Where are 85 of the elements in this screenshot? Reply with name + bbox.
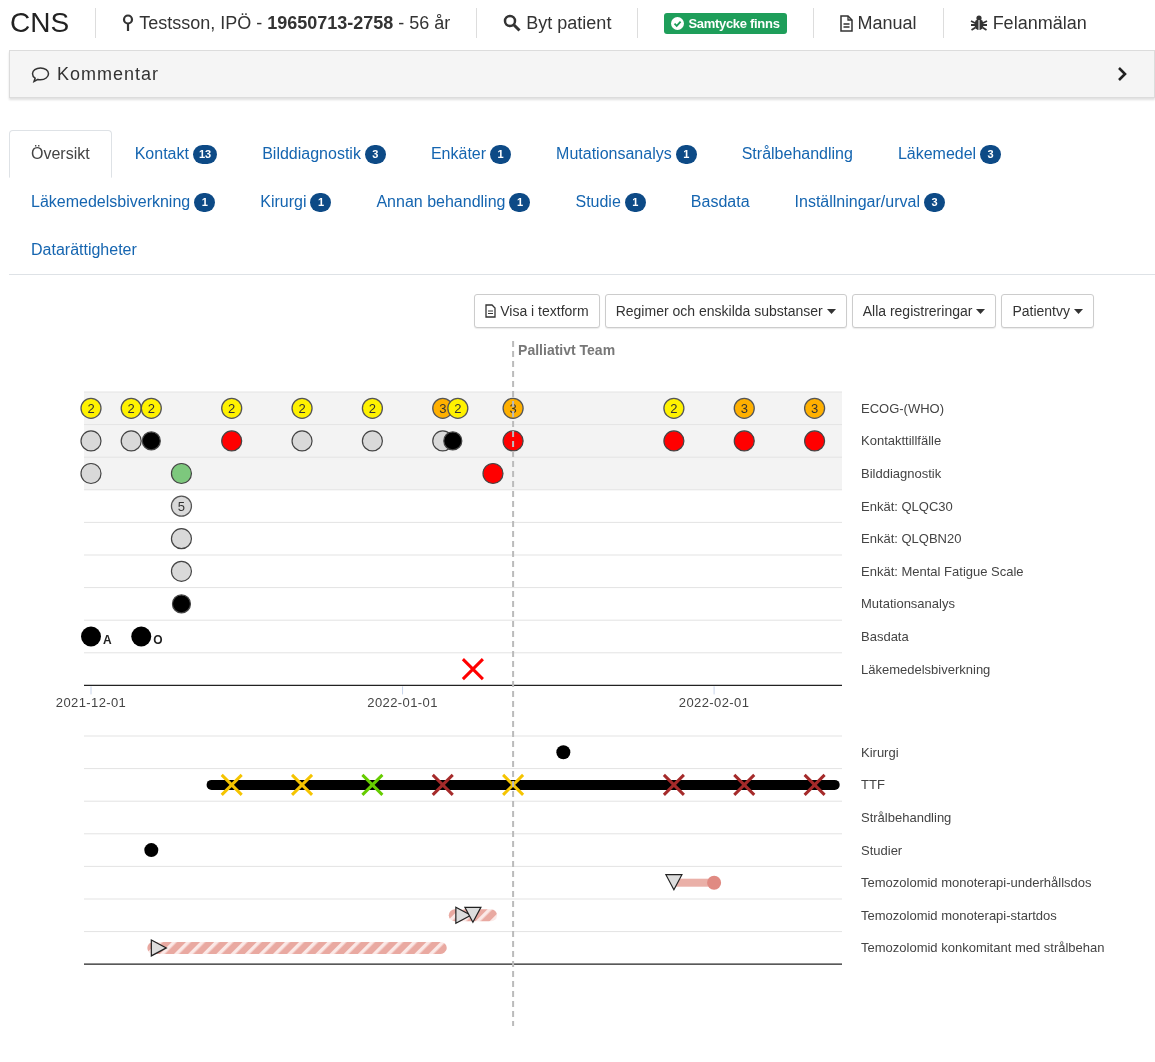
row-label: Enkät: QLQBN20 (861, 531, 962, 547)
row-label: Bilddiagnostik (861, 466, 942, 481)
count-badge: 1 (624, 192, 646, 212)
score-badge: 2 (221, 397, 243, 419)
score-badge: 2 (663, 397, 685, 419)
tab[interactable]: Studie 1 (553, 178, 668, 226)
dropdown-button[interactable]: Regimer och enskilda substanser (604, 294, 847, 328)
axis-label: 2022-02-01 (678, 695, 750, 711)
document-icon (485, 304, 497, 318)
row-label: Temozolomid monoterapi-startdos (861, 907, 1057, 923)
tab[interactable]: Inställningar/urval 3 (772, 178, 967, 226)
tab[interactable]: Läkemedel 3 (875, 130, 1024, 178)
row-label: Mutationsanalys (861, 596, 955, 612)
score-badge: 2 (140, 397, 162, 419)
triangle-marker (463, 906, 482, 924)
marker-label: Palliativt Team (518, 342, 616, 358)
event-dot (556, 745, 571, 760)
row-label: Temozolomid konkomitant med strålbehan (861, 940, 1105, 956)
tab[interactable]: Annan behandling 1 (354, 178, 553, 226)
change-patient-link[interactable]: Byt patient (503, 12, 612, 34)
score-badge: 2 (361, 397, 384, 419)
check-circle-icon (671, 16, 685, 30)
tab[interactable]: Kirurgi 1 (238, 178, 354, 226)
score-badge: 2 (447, 397, 469, 419)
score-badge: 2 (291, 397, 313, 419)
axis-label: 2022-01-01 (367, 695, 438, 711)
dropdown-button[interactable]: Alla registreringar (851, 294, 997, 328)
tab[interactable]: Kontakt 13 (112, 130, 240, 178)
triangle-marker (150, 938, 168, 957)
speech-bubble-icon (31, 65, 50, 83)
dot-label: A (103, 632, 112, 647)
count-badge: 1 (509, 192, 531, 212)
row-label: Strålbehandling (861, 810, 952, 825)
tab[interactable]: Översikt (9, 130, 112, 178)
tab[interactable]: Basdata (668, 178, 772, 226)
axis-label: 2021-12-01 (55, 695, 127, 711)
triangle-marker (664, 874, 683, 891)
dot-label: O (153, 632, 163, 647)
tab[interactable]: Strålbehandling (719, 130, 875, 178)
manual-link[interactable]: Manual (839, 12, 917, 34)
score-badge: 3 (733, 397, 755, 419)
event-dot (131, 626, 152, 647)
row-label: Enkät: Mental Fatigue Scale (861, 563, 1024, 579)
row-label: Temozolomid monoterapi-underhållsdos (861, 875, 1092, 891)
event-dot (81, 626, 101, 647)
document-icon (839, 14, 853, 32)
consent-badge: Samtycke finns (664, 12, 787, 34)
tab[interactable]: Mutationsanalys 1 (534, 130, 719, 178)
row-label: Läkemedelsbiverkning (861, 661, 991, 677)
comment-bar[interactable]: Kommentar (9, 50, 1155, 98)
score-badge: 2 (120, 397, 142, 419)
count-badge: 3 (923, 192, 945, 212)
row-label: Basdata (861, 629, 909, 644)
count-badge: 3 (364, 144, 386, 164)
count-badge: 1 (490, 144, 512, 164)
location-pin-icon (122, 14, 135, 32)
event-dot (144, 843, 159, 858)
row-label: Kontakttillfälle (861, 433, 942, 449)
tab[interactable]: Datarättigheter (9, 226, 159, 274)
count-badge: 13 (192, 144, 218, 164)
dropdown-button[interactable]: Patientvy (1001, 294, 1094, 328)
row-label: Kirurgi (861, 744, 899, 760)
search-icon (503, 14, 522, 32)
caret-down-icon (1074, 308, 1083, 314)
app-logo: CNS (10, 7, 70, 39)
tab[interactable]: Enkäter 1 (408, 130, 534, 178)
row-label: TTF (861, 777, 885, 793)
count-badge: 1 (194, 192, 216, 212)
bug-icon (969, 14, 988, 32)
row-label: Enkät: QLQC30 (861, 498, 953, 514)
score-badge: 2 (80, 397, 102, 419)
caret-down-icon (976, 308, 986, 314)
tab[interactable]: Bilddiagnostik 3 (240, 130, 408, 178)
row-label: Studier (861, 842, 903, 858)
report-bug-link[interactable]: Felanmälan (969, 12, 1087, 34)
patient-info: Testsson, IPÖ - 19650713-2758 - 56 år (139, 12, 451, 34)
score-badge: 3 (803, 397, 826, 419)
tab[interactable]: Läkemedelsbiverkning 1 (9, 178, 238, 226)
row-label: ECOG-(WHO) (861, 400, 945, 416)
count-badge: 1 (675, 144, 697, 164)
caret-down-icon (826, 308, 836, 314)
count-badge: 1 (310, 192, 332, 212)
text-view-button[interactable]: Visa i textform (474, 294, 600, 328)
count-badge: 3 (980, 144, 1002, 164)
score-badge: 5 (170, 495, 193, 517)
